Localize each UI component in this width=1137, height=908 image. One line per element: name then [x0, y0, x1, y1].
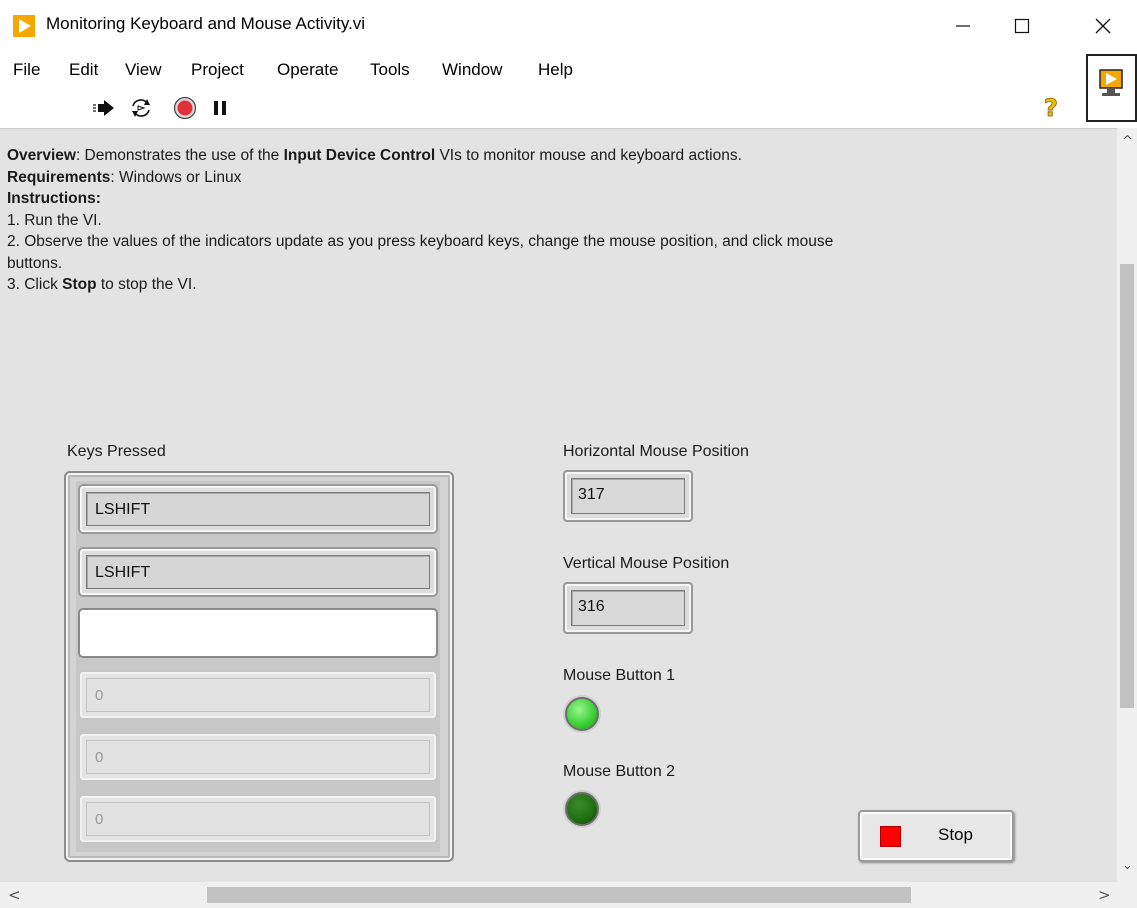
menu-tools[interactable]: Tools — [370, 60, 410, 80]
minimize-icon — [956, 25, 970, 27]
vi-icon-graphic — [1099, 69, 1123, 96]
scroll-up-icon[interactable]: ^ — [1122, 134, 1133, 149]
requirements-line: Requirements: Windows or Linux — [7, 168, 242, 186]
instructions-heading: Instructions: — [7, 190, 101, 207]
mouse-button-2-label: Mouse Button 2 — [563, 763, 676, 780]
front-panel: Overview: Demonstrates the use of the In… — [0, 128, 1117, 882]
array-element-0[interactable]: LSHIFT — [78, 484, 438, 534]
svg-text:?: ? — [1044, 94, 1058, 120]
instruction-step-1: 1. Run the VI. — [7, 211, 102, 229]
vertical-scrollbar[interactable]: ^ ⌄ — [1117, 128, 1137, 882]
key-string-1: LSHIFT — [86, 555, 430, 589]
vi-icon[interactable] — [1086, 54, 1137, 122]
close-icon — [1095, 18, 1111, 34]
labview-app-icon — [13, 15, 35, 37]
vertical-mouse-position-label: Vertical Mouse Position — [563, 555, 730, 572]
pause-icon[interactable] — [208, 96, 232, 120]
horizontal-mouse-position-indicator[interactable]: 317 — [563, 470, 693, 522]
menu-bar: File Edit View Project Operate Tools Win… — [0, 52, 1085, 88]
keys-pressed-label: Keys Pressed — [67, 443, 166, 460]
key-string-4: 0 — [86, 740, 430, 774]
vi-description: Overview: Demonstrates the use of the In… — [7, 145, 1097, 296]
window-title: Monitoring Keyboard and Mouse Activity.v… — [46, 14, 366, 33]
run-arrow-icon[interactable] — [92, 96, 116, 120]
key-string-5: 0 — [86, 802, 430, 836]
title-bar: Monitoring Keyboard and Mouse Activity.v… — [0, 0, 1137, 52]
instruction-step-2-cont: buttons. — [7, 254, 63, 272]
menu-file[interactable]: File — [13, 60, 40, 80]
key-string-3: 0 — [86, 678, 430, 712]
overview-line: Overview: Demonstrates the use of the In… — [7, 147, 742, 164]
stop-square-icon — [880, 826, 901, 847]
array-element-3[interactable]: 0 — [78, 670, 438, 720]
vertical-scroll-thumb[interactable] — [1120, 264, 1134, 708]
key-string-0: LSHIFT — [86, 492, 430, 526]
array-element-4[interactable]: 0 — [78, 732, 438, 782]
menu-help[interactable]: Help — [538, 60, 573, 80]
array-elements: LSHIFT LSHIFT 0 0 0 — [76, 481, 440, 852]
scroll-corner — [1117, 882, 1137, 908]
menu-operate[interactable]: Operate — [277, 60, 338, 80]
maximize-icon — [1014, 18, 1030, 34]
vertical-mouse-position-indicator[interactable]: 316 — [563, 582, 693, 634]
horizontal-scroll-thumb[interactable] — [207, 887, 911, 903]
key-string-2 — [86, 616, 430, 650]
run-continuously-icon[interactable] — [129, 96, 153, 120]
instruction-step-3: 3. Click Stop to stop the VI. — [7, 276, 197, 293]
mouse-button-1-led[interactable] — [565, 697, 599, 731]
array-element-5[interactable]: 0 — [78, 794, 438, 844]
close-button[interactable] — [1075, 0, 1131, 52]
horizontal-mouse-position-label: Horizontal Mouse Position — [563, 443, 749, 460]
keys-pressed-array[interactable]: LSHIFT LSHIFT 0 0 0 — [64, 471, 454, 862]
maximize-button[interactable] — [994, 0, 1050, 52]
menu-edit[interactable]: Edit — [69, 60, 98, 80]
horizontal-mouse-position-value: 317 — [571, 478, 685, 514]
menu-project[interactable]: Project — [191, 60, 244, 80]
instruction-step-2: 2. Observe the values of the indicators … — [7, 233, 834, 250]
help-icon[interactable]: ? — [1040, 94, 1062, 120]
minimize-button[interactable] — [935, 0, 991, 52]
scroll-right-icon[interactable]: > — [1098, 886, 1111, 904]
mouse-button-2-led[interactable] — [565, 792, 599, 826]
stop-button-label: Stop — [938, 825, 973, 844]
stop-button[interactable]: Stop — [858, 810, 1014, 862]
menu-view[interactable]: View — [125, 60, 162, 80]
abort-icon[interactable] — [173, 96, 197, 120]
horizontal-scrollbar[interactable]: < > — [0, 882, 1117, 908]
toolbar: ? — [0, 88, 1085, 128]
array-element-1[interactable]: LSHIFT — [78, 547, 438, 597]
scroll-left-icon[interactable]: < — [8, 886, 21, 904]
menu-window[interactable]: Window — [442, 60, 502, 80]
scroll-down-icon[interactable]: ⌄ — [1122, 858, 1133, 873]
mouse-button-1-label: Mouse Button 1 — [563, 667, 676, 684]
vertical-mouse-position-value: 316 — [571, 590, 685, 626]
array-element-2[interactable] — [78, 608, 438, 658]
